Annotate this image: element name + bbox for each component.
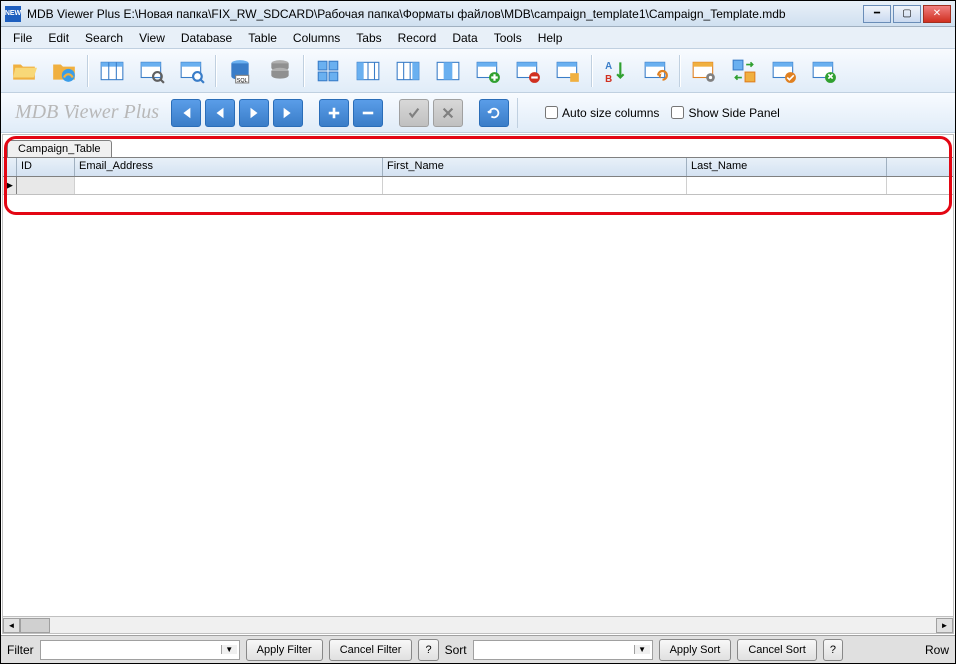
close-button[interactable]: ✕	[923, 5, 951, 23]
col-header-firstname[interactable]: First_Name	[383, 158, 687, 176]
grid-empty-area	[3, 195, 953, 616]
cancel-filter-button[interactable]: Cancel Filter	[329, 639, 413, 661]
maximize-button[interactable]: ▢	[893, 5, 921, 23]
table-refresh-icon[interactable]	[637, 52, 675, 90]
table-swap-icon[interactable]	[725, 52, 763, 90]
app-window: NEW MDB Viewer Plus E:\Новая папка\FIX_R…	[0, 0, 956, 664]
nav-last-button[interactable]	[273, 99, 303, 127]
table-minus-icon[interactable]	[509, 52, 547, 90]
window-title: MDB Viewer Plus E:\Новая папка\FIX_RW_SD…	[27, 7, 863, 21]
menu-search[interactable]: Search	[77, 29, 131, 47]
col-header-lastname[interactable]: Last_Name	[687, 158, 887, 176]
filter-sort-bar: Filter ▼ Apply Filter Cancel Filter ? So…	[1, 635, 955, 663]
nav-toolbar: MDB Viewer Plus Auto size columns Show S…	[1, 93, 955, 133]
table-tabstrip: Campaign_Table	[3, 135, 953, 157]
grid-corner	[3, 158, 17, 176]
nav-refresh-button[interactable]	[479, 99, 509, 127]
table-check-icon[interactable]	[549, 52, 587, 90]
titlebar[interactable]: NEW MDB Viewer Plus E:\Новая папка\FIX_R…	[1, 1, 955, 27]
apply-filter-button[interactable]: Apply Filter	[246, 639, 323, 661]
cell-lastname[interactable]	[687, 177, 887, 194]
side-panel-checkbox[interactable]: Show Side Panel	[671, 106, 779, 120]
filter-label: Filter	[7, 643, 34, 657]
menu-table[interactable]: Table	[240, 29, 285, 47]
filter-combo[interactable]: ▼	[40, 640, 240, 660]
cell-firstname[interactable]	[383, 177, 687, 194]
grid-header: ID Email_Address First_Name Last_Name	[3, 158, 953, 177]
folder-open-icon[interactable]	[5, 52, 43, 90]
columns-left-icon[interactable]	[349, 52, 387, 90]
svg-text:A: A	[605, 60, 612, 71]
column-blue-icon[interactable]	[429, 52, 467, 90]
table-plus-icon[interactable]	[469, 52, 507, 90]
nav-add-button[interactable]	[319, 99, 349, 127]
tab-campaign-table[interactable]: Campaign_Table	[7, 140, 112, 157]
sort-label: Sort	[445, 643, 467, 657]
menu-columns[interactable]: Columns	[285, 29, 348, 47]
row-label: Row	[925, 643, 949, 657]
menu-view[interactable]: View	[131, 29, 173, 47]
table-find-icon[interactable]	[173, 52, 211, 90]
table-icon[interactable]	[93, 52, 131, 90]
nav-cancel-button[interactable]	[433, 99, 463, 127]
auto-size-checkbox[interactable]: Auto size columns	[545, 106, 659, 120]
nav-first-button[interactable]	[171, 99, 201, 127]
menu-file[interactable]: File	[5, 29, 40, 47]
data-grid[interactable]: ID Email_Address First_Name Last_Name ▶	[3, 157, 953, 195]
auto-size-label: Auto size columns	[562, 106, 659, 120]
nav-next-button[interactable]	[239, 99, 269, 127]
database-sql-icon[interactable]: SQL	[221, 52, 259, 90]
apply-sort-button[interactable]: Apply Sort	[659, 639, 732, 661]
menu-data[interactable]: Data	[444, 29, 485, 47]
row-indicator-icon: ▶	[3, 177, 17, 194]
table-row[interactable]: ▶	[3, 177, 953, 195]
cell-email[interactable]	[75, 177, 383, 194]
col-header-email[interactable]: Email_Address	[75, 158, 383, 176]
table-gear-icon[interactable]	[685, 52, 723, 90]
nav-prev-button[interactable]	[205, 99, 235, 127]
database-stack-icon[interactable]	[261, 52, 299, 90]
menu-help[interactable]: Help	[530, 29, 571, 47]
menubar: File Edit Search View Database Table Col…	[1, 27, 955, 49]
sort-combo[interactable]: ▼	[473, 640, 653, 660]
col-header-id[interactable]: ID	[17, 158, 75, 176]
horizontal-scrollbar[interactable]: ◄ ►	[3, 616, 953, 633]
minimize-button[interactable]: ━	[863, 5, 891, 23]
menu-tools[interactable]: Tools	[486, 29, 530, 47]
sort-help-button[interactable]: ?	[823, 639, 843, 661]
scroll-thumb[interactable]	[20, 618, 50, 633]
side-panel-label: Show Side Panel	[688, 106, 779, 120]
pivot-icon[interactable]	[309, 52, 347, 90]
svg-text:B: B	[605, 73, 612, 83]
menu-database[interactable]: Database	[173, 29, 240, 47]
folder-ie-icon[interactable]	[45, 52, 83, 90]
sort-az-icon[interactable]: AB	[597, 52, 635, 90]
nav-confirm-button[interactable]	[399, 99, 429, 127]
scroll-right-icon[interactable]: ►	[936, 618, 953, 633]
app-icon: NEW	[5, 6, 21, 22]
scroll-left-icon[interactable]: ◄	[3, 618, 20, 633]
menu-tabs[interactable]: Tabs	[348, 29, 389, 47]
menu-record[interactable]: Record	[390, 29, 445, 47]
app-name-label: MDB Viewer Plus	[15, 101, 159, 124]
menu-edit[interactable]: Edit	[40, 29, 77, 47]
table-orange-icon[interactable]	[765, 52, 803, 90]
filter-help-button[interactable]: ?	[418, 639, 438, 661]
table-green-icon[interactable]	[805, 52, 843, 90]
nav-remove-button[interactable]	[353, 99, 383, 127]
table-search-icon[interactable]	[133, 52, 171, 90]
content-area: Campaign_Table ID Email_Address First_Na…	[2, 134, 954, 634]
columns-right-icon[interactable]	[389, 52, 427, 90]
svg-text:SQL: SQL	[237, 77, 248, 83]
cell-id[interactable]	[17, 177, 75, 194]
cancel-sort-button[interactable]: Cancel Sort	[737, 639, 816, 661]
main-toolbar: SQL AB	[1, 49, 955, 93]
